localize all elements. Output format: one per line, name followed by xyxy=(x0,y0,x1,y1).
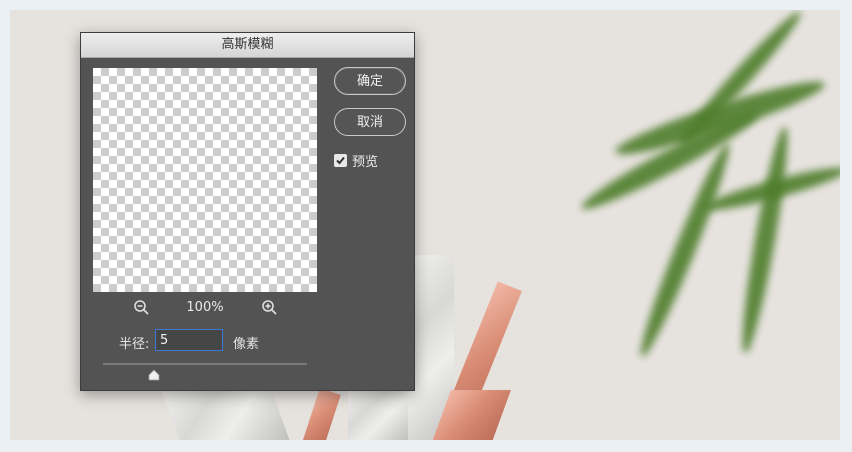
preview-label: 预览 xyxy=(352,155,379,170)
plant-leaf xyxy=(735,125,795,355)
dialog-title[interactable]: 高斯模糊 xyxy=(81,33,414,58)
radius-slider-track[interactable] xyxy=(103,363,307,365)
radius-input[interactable] xyxy=(155,329,223,351)
zoom-level: 100% xyxy=(186,300,224,315)
gaussian-blur-dialog: 高斯模糊 确定 取消 预览 100% 半径: 5 像素 xyxy=(80,32,415,391)
radius-label: 半径: xyxy=(119,337,150,352)
preview-toggle[interactable]: 预览 xyxy=(334,151,378,170)
ok-button[interactable]: 确定 xyxy=(334,67,406,95)
slider-thumb-icon[interactable] xyxy=(148,366,160,385)
copper-strip xyxy=(301,388,341,440)
cancel-button[interactable]: 取消 xyxy=(334,108,406,136)
preview-canvas[interactable] xyxy=(93,68,317,292)
radius-unit-label: 像素 xyxy=(233,337,260,352)
marble-block xyxy=(348,390,408,440)
zoom-out-icon[interactable] xyxy=(133,299,151,321)
marble-block xyxy=(160,388,290,440)
preview-checkbox[interactable] xyxy=(334,154,347,167)
checkmark-icon xyxy=(336,156,345,165)
zoom-in-icon[interactable] xyxy=(261,299,279,321)
zoom-controls: 100% xyxy=(93,296,317,320)
